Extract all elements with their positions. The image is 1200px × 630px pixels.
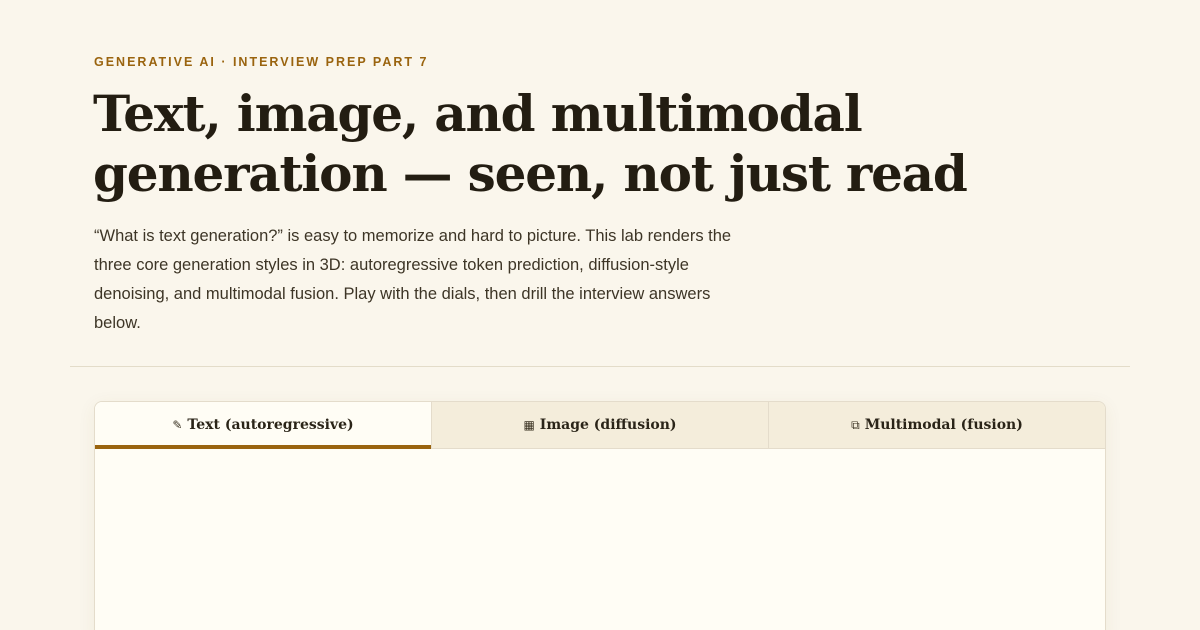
- tab-label: Text (autoregressive): [187, 417, 354, 433]
- tab-multimodal-fusion[interactable]: ⧉ Multimodal (fusion): [768, 402, 1105, 448]
- tab-label: Image (diffusion): [539, 417, 677, 433]
- tab-image-diffusion[interactable]: ▦ Image (diffusion): [431, 402, 768, 448]
- grid-icon: ▦: [523, 418, 535, 432]
- page-title: Text, image, and multimodal generation —…: [93, 84, 1093, 204]
- section-divider: [70, 366, 1130, 367]
- eyebrow-label: GENERATIVE AI · INTERVIEW PREP PART 7: [94, 55, 429, 69]
- visualization-stage[interactable]: [95, 449, 1105, 630]
- intro-paragraph: “What is text generation?” is easy to me…: [94, 227, 732, 332]
- generation-tabs: ✎ Text (autoregressive) ▦ Image (diffusi…: [95, 402, 1105, 449]
- page-title-line-1: Text, image, and multimodal: [93, 84, 863, 143]
- page-title-line-2: generation — seen, not just read: [93, 144, 968, 203]
- overlap-squares-icon: ⧉: [851, 417, 860, 432]
- tab-label: Multimodal (fusion): [864, 417, 1023, 433]
- tab-text-autoregressive[interactable]: ✎ Text (autoregressive): [95, 402, 431, 449]
- generation-lab-panel: ✎ Text (autoregressive) ▦ Image (diffusi…: [94, 401, 1106, 630]
- pencil-icon: ✎: [172, 418, 183, 432]
